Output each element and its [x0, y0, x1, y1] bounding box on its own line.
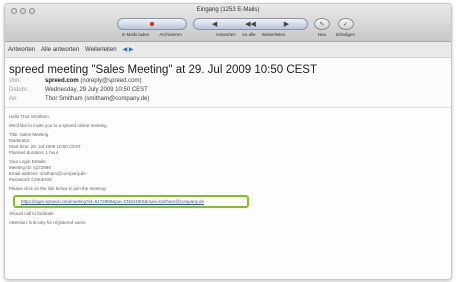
toolbar-label-done: Erledigen [336, 32, 356, 37]
toolbar-mail-group: E-Mails laden Archivieren [117, 18, 187, 37]
toolbar-new-group[interactable]: ✎ Neu [314, 18, 330, 37]
new-message-button[interactable]: ✎ [314, 18, 330, 30]
toolbar-label-forward: Weiterleiten [261, 32, 286, 37]
from-label: Von: [9, 78, 22, 84]
forward-icon[interactable]: ▶ [284, 20, 289, 28]
action-reply[interactable]: Antworten [8, 47, 35, 53]
toolbar: E-Mails laden Archivieren ◀ ◀◀ ▶ Antwort… [117, 18, 355, 37]
action-reply-all[interactable]: Alle antworten [41, 47, 79, 53]
message-body: Hello Thor Smitham, We'd like to invite … [5, 108, 451, 232]
body-greeting: Hello Thor Smitham, [9, 114, 50, 119]
date-value: Wednesday, 29 July 2009 10:50 CEST [45, 87, 148, 93]
login-line: Password: CNX4H0S [9, 177, 53, 182]
action-forward[interactable]: Weiterleiten [85, 47, 117, 53]
message-action-bar: Antworten Alle antworten Weiterleiten ◀ … [5, 42, 451, 58]
from-value[interactable]: spreed.com (noreply@spreed.com) [45, 77, 141, 85]
to-value[interactable]: Thor Smitham (smitham@company.de) [45, 95, 149, 103]
date-label: Datum: [9, 87, 29, 93]
reply-segment[interactable]: ◀ ◀◀ ▶ [193, 18, 308, 30]
done-button[interactable]: ✓ [337, 18, 354, 30]
from-row: Von: spreed.com (noreply@spreed.com) [9, 77, 445, 85]
message-header: spreed meeting "Sales Meeting" at 29. Ju… [5, 58, 451, 108]
sender-address: (noreply@spreed.com) [78, 78, 142, 84]
toolbar-done-group[interactable]: ✓ Erledigen [336, 18, 355, 37]
mail-window: Eingang (1253 E-Mails) E-Mails laden Arc… [4, 3, 452, 280]
get-mail-icon [150, 22, 154, 26]
toolbar-label-reply: Antworten [215, 32, 236, 37]
meeting-join-link[interactable]: https://login.spreed.com/meeting?id=6172… [13, 195, 249, 208]
body-intro: We'd like to invite you to a spreed onli… [9, 123, 108, 128]
date-row: Datum: Wednesday, 29 July 2009 10:50 CES… [9, 86, 445, 94]
window-title: Eingang (1253 E-Mails) [196, 7, 260, 13]
toolbar-reply-group: ◀ ◀◀ ▶ Antworten An alle Weiterleiten [193, 18, 308, 37]
to-row: An: Thor Smitham (smitham@company.de) [9, 95, 445, 103]
toolbar-label-reply-all: An alle [241, 32, 256, 37]
toolbar-label-get-mail: E-Mails laden [122, 32, 150, 37]
get-mail-segment[interactable] [117, 18, 187, 30]
message-subject: spreed meeting "Sales Meeting" at 29. Ju… [9, 64, 317, 76]
sender-name: spreed.com [45, 78, 79, 84]
login-details: Your Login Details: Meeting ID: 6172899 … [9, 159, 447, 183]
reply-all-icon[interactable]: ◀◀ [245, 20, 256, 28]
body-footer: Attention: link only for registered user… [9, 220, 86, 225]
compose-icon: ✎ [319, 21, 325, 28]
toolbar-label-new: Neu [317, 32, 327, 37]
join-instruction: Please click on the link below to join t… [9, 186, 107, 191]
navigation-arrows-icon[interactable]: ◀ ▶ [123, 46, 134, 53]
to-label: An: [9, 96, 19, 102]
reply-icon[interactable]: ◀ [212, 20, 217, 28]
meeting-details: Title: Sales Meeting Moderator: Start ti… [9, 132, 447, 156]
detail-line: Planned duration: 1 hour [9, 150, 59, 155]
checkmark-icon: ✓ [342, 21, 349, 28]
title-bar: Eingang (1253 E-Mails) E-Mails laden Arc… [5, 4, 451, 42]
body-closing: Should call to facilitate [9, 211, 54, 216]
toolbar-label-archive: Archivieren [159, 32, 182, 37]
